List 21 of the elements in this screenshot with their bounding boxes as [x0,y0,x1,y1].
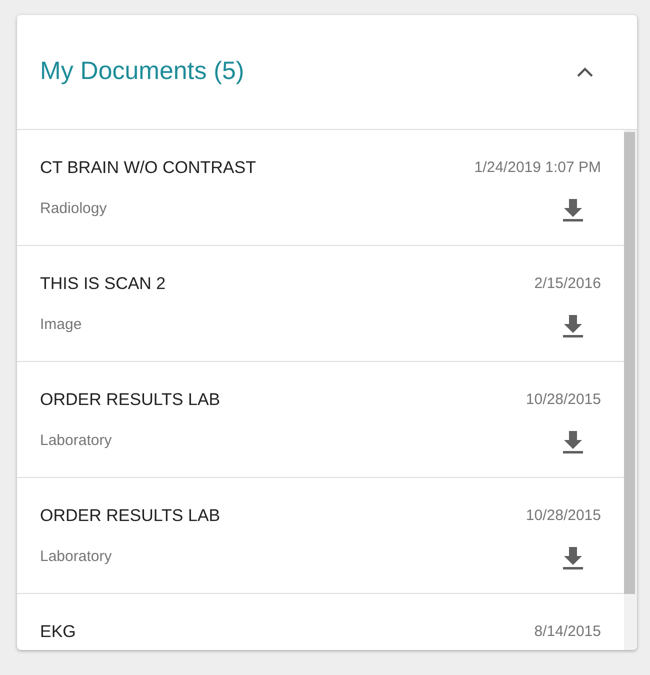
document-name[interactable]: CT BRAIN W/O CONTRAST [40,155,256,180]
document-date: 8/14/2015 [534,622,601,642]
scrollbar[interactable] [624,130,637,650]
document-date: 2/15/2016 [534,274,601,294]
chevron-icon [576,66,594,78]
download-icon[interactable] [562,198,584,222]
document-category: Laboratory [40,547,112,568]
document-name[interactable]: ORDER RESULTS LAB [40,387,220,412]
document-category: Radiology [40,199,107,220]
document-date: 10/28/2015 [526,390,601,410]
download-icon[interactable] [562,314,584,338]
document-category: Image [40,315,82,336]
download-icon[interactable] [562,546,584,570]
document-date: 10/28/2015 [526,506,601,526]
document-category: Laboratory [40,431,112,452]
panel-title: My Documents (5) [40,56,244,88]
download-icon[interactable] [562,430,584,454]
document-name[interactable]: THIS IS SCAN 2 [40,271,166,296]
document-date: 1/24/2019 1:07 PM [474,158,601,178]
document-name[interactable]: ORDER RESULTS LAB [40,503,220,528]
document-name[interactable]: EKG [40,619,76,644]
